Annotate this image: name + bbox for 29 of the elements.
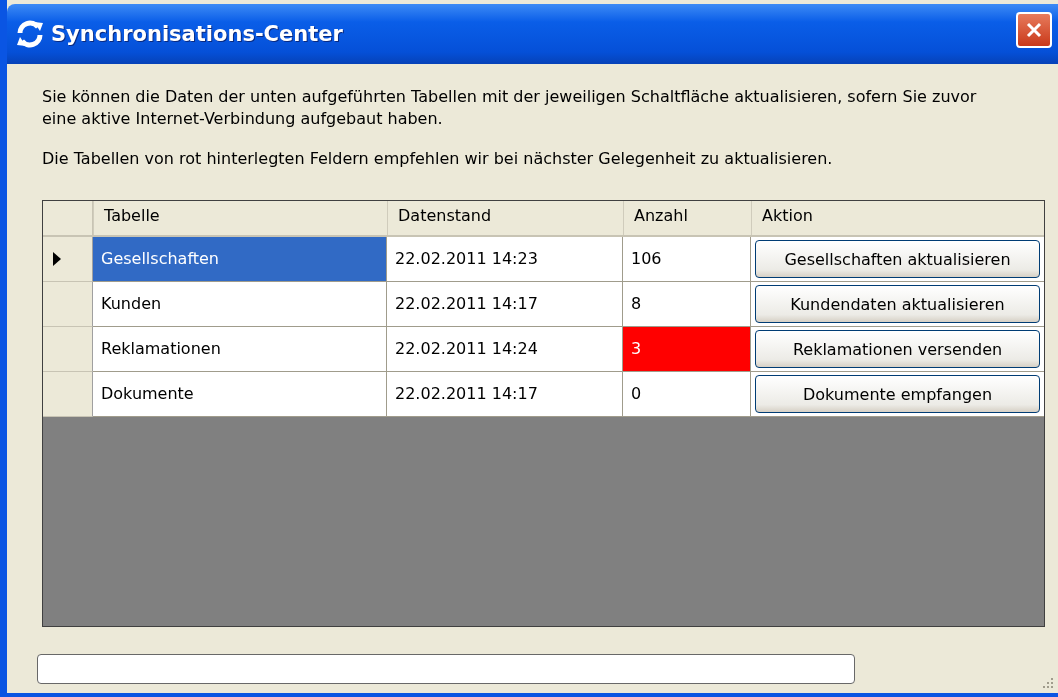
close-icon <box>1024 20 1044 40</box>
table-cell: Dokumente <box>93 372 387 417</box>
row-header[interactable] <box>43 237 93 282</box>
table-cell: 0 <box>623 372 751 417</box>
resize-grip-icon[interactable] <box>1040 675 1054 689</box>
action-button[interactable]: Reklamationen versenden <box>755 330 1040 368</box>
sync-icon <box>15 19 45 49</box>
column-header[interactable]: Aktion <box>751 201 1044 235</box>
table-cell: Gesellschaften <box>93 237 387 282</box>
intro-text: Sie können die Daten der unten aufgeführten Tabellen mit der jeweiligen Schaltfläche aktualisieren, sofern Sie zuvor eine aktive Internet-Verbindung aufgebaut haben. <box>42 86 978 130</box>
action-button[interactable]: Gesellschaften aktualisieren <box>755 240 1040 278</box>
table-cell: 22.02.2011 14:23 <box>387 237 623 282</box>
action-button[interactable]: Dokumente empfangen <box>755 375 1040 413</box>
table-cell: 106 <box>623 237 751 282</box>
table-cell: 22.02.2011 14:17 <box>387 282 623 327</box>
hint-text: Die Tabellen von rot hinterlegten Feldern empfehlen wir bei nächster Gelegenheit zu aktualisieren. <box>42 148 834 170</box>
table-cell: Reklamationen <box>93 327 387 372</box>
action-button[interactable]: Kundendaten aktualisieren <box>755 285 1040 323</box>
window-title: Synchronisations-Center <box>51 22 344 46</box>
current-row-icon <box>53 252 61 266</box>
table-cell: Kunden <box>93 282 387 327</box>
table-cell: 22.02.2011 14:24 <box>387 327 623 372</box>
table-cell: 3 <box>623 327 751 372</box>
column-header[interactable]: Datenstand <box>387 201 623 235</box>
table-cell: 8 <box>623 282 751 327</box>
column-header[interactable]: Anzahl <box>623 201 751 235</box>
column-header[interactable]: Tabelle <box>93 201 387 235</box>
close-button[interactable] <box>1016 12 1052 48</box>
table-cell: 22.02.2011 14:17 <box>387 372 623 417</box>
